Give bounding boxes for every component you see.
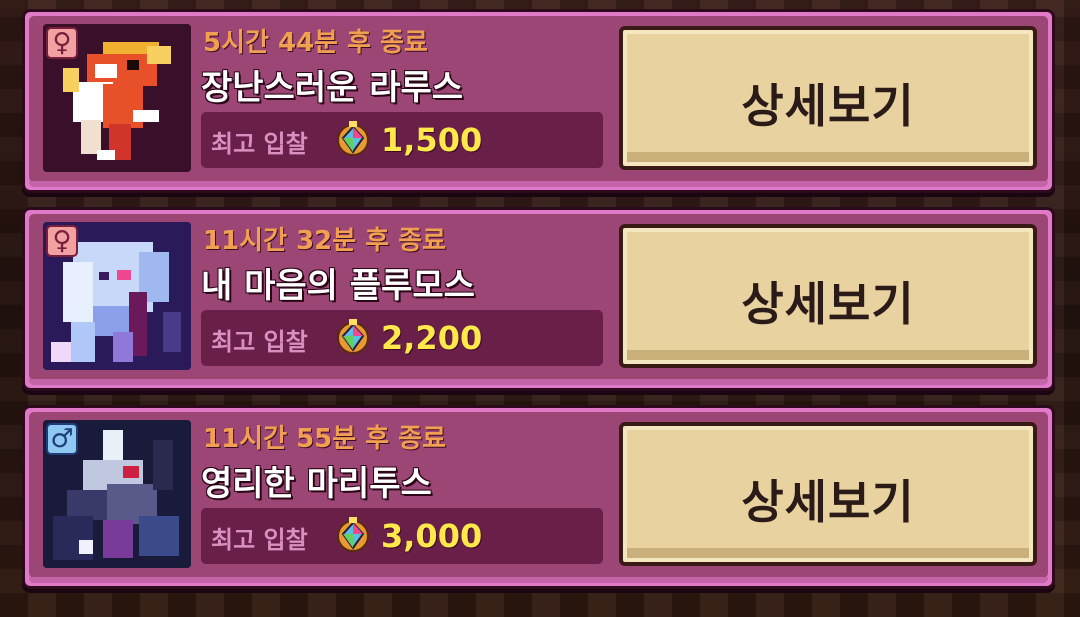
creature-name: 내 마음의 플루모스 bbox=[201, 266, 475, 306]
auction-timer: 11시간 55분 후 종료 bbox=[203, 424, 447, 454]
creature-name: 영리한 마리투스 bbox=[201, 464, 432, 504]
auction-card: ♀ 11시간 32분 후 종료 내 마음의 플루모스 최고 입찰 2,200 상… bbox=[22, 207, 1055, 391]
bid-label: 최고 입찰 bbox=[211, 328, 308, 356]
creature-name: 장난스러운 라루스 bbox=[201, 68, 464, 108]
bid-amount: 3,000 bbox=[381, 517, 483, 555]
view-details-label: 상세보기 bbox=[741, 277, 915, 331]
creature-portrait[interactable]: ♂ bbox=[43, 420, 191, 568]
creature-portrait[interactable]: ♀ bbox=[43, 222, 191, 370]
creature-portrait[interactable]: ♀ bbox=[43, 24, 191, 172]
view-details-label: 상세보기 bbox=[741, 475, 915, 529]
gem-currency-icon bbox=[337, 517, 369, 552]
bid-label: 최고 입찰 bbox=[211, 526, 308, 554]
bid-label: 최고 입찰 bbox=[211, 130, 308, 158]
male-icon: ♂ bbox=[46, 423, 78, 455]
bid-amount: 2,200 bbox=[381, 319, 483, 357]
view-details-button[interactable]: 상세보기 bbox=[619, 26, 1037, 170]
auction-timer: 11시간 32분 후 종료 bbox=[203, 226, 447, 256]
view-details-label: 상세보기 bbox=[741, 79, 915, 133]
highest-bid-box: 최고 입찰 2,200 bbox=[201, 310, 603, 366]
auction-card: ♂ 11시간 55분 후 종료 영리한 마리투스 최고 입찰 3,000 상세보… bbox=[22, 405, 1055, 589]
bid-amount: 1,500 bbox=[381, 121, 483, 159]
highest-bid-box: 최고 입찰 3,000 bbox=[201, 508, 603, 564]
gem-currency-icon bbox=[337, 319, 369, 354]
view-details-button[interactable]: 상세보기 bbox=[619, 422, 1037, 566]
auction-timer: 5시간 44분 후 종료 bbox=[203, 28, 428, 58]
gem-currency-icon bbox=[337, 121, 369, 156]
highest-bid-box: 최고 입찰 1,500 bbox=[201, 112, 603, 168]
auction-list: ♀ 5시간 44분 후 종료 장난스러운 라루스 최고 입찰 1,500 상세보… bbox=[0, 0, 1080, 617]
auction-card: ♀ 5시간 44분 후 종료 장난스러운 라루스 최고 입찰 1,500 상세보… bbox=[22, 9, 1055, 193]
female-icon: ♀ bbox=[46, 27, 78, 59]
view-details-button[interactable]: 상세보기 bbox=[619, 224, 1037, 368]
female-icon: ♀ bbox=[46, 225, 78, 257]
